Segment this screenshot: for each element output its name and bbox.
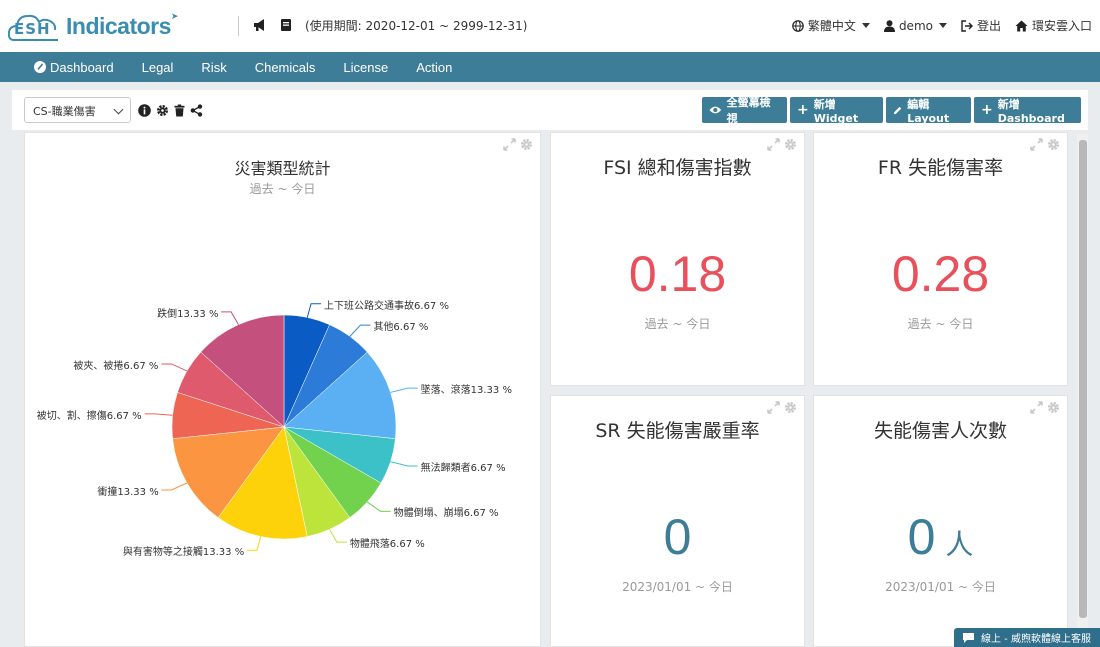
dashboard-toolbar: CS-職業傷害 全螢幕檢視 + 新增 Widget 編輯 Layout + 新增… — [12, 90, 1088, 130]
pie-leader-line — [306, 303, 322, 318]
share-icon[interactable] — [190, 104, 203, 117]
trash-icon[interactable] — [173, 104, 186, 117]
username-label: demo — [898, 18, 933, 33]
home-icon — [1015, 20, 1028, 31]
pie-chart-widget: 災害類型統計 過去 ~ 今日 上下班公路交通事故6.67 % 其他6.67 % 墜落… — [24, 132, 541, 647]
pie-slice-label: 無法歸類者6.67 % — [420, 462, 506, 474]
user-menu[interactable]: demo — [883, 18, 947, 33]
language-selector[interactable]: 繁體中文 — [792, 17, 870, 34]
kpi-widget-fr: FR 失能傷害率 0.28 過去 ~ 今日 — [813, 132, 1068, 386]
logout-icon — [961, 19, 973, 32]
nav-action[interactable]: Action — [416, 60, 452, 75]
manual-book-icon[interactable] — [279, 18, 293, 32]
nav-dashboard[interactable]: Dashboard — [34, 60, 114, 75]
kpi-value: 0 — [663, 509, 692, 565]
logout-label: 登出 — [976, 19, 1001, 33]
info-icon[interactable] — [138, 104, 151, 117]
kpi-widget-sr: SR 失能傷害嚴重率 0 2023/01/01 ~ 今日 — [550, 395, 805, 647]
kpi-value: 0 — [907, 509, 936, 565]
kpi-title: 失能傷害人次數 — [873, 420, 1007, 442]
plus-icon: + — [981, 102, 993, 118]
kpi-period: 過去 ~ 今日 — [907, 317, 974, 331]
add-dashboard-button[interactable]: + 新增 Dashboard — [974, 97, 1081, 125]
expand-icon[interactable] — [1030, 401, 1043, 414]
pie-leader-line — [390, 387, 418, 393]
pie-slice-label: 物體倒塌、崩塌6.67 % — [393, 508, 499, 520]
pie-slice-label: 其他6.67 % — [373, 322, 429, 334]
pie-slice-label: 墜落、滾落13.33 % — [420, 385, 512, 397]
language-label: 繁體中文 — [807, 19, 856, 33]
dashboard-select[interactable]: CS-職業傷害 — [24, 97, 131, 123]
pie-leader-line — [161, 482, 188, 491]
pie-slice-label: 被切、割、擦傷6.67 % — [36, 410, 142, 422]
chat-bubble-icon — [963, 632, 974, 643]
expand-icon[interactable] — [767, 401, 780, 414]
kpi-value: 0.18 — [628, 246, 727, 302]
edit-layout-button[interactable]: 編輯 Layout — [886, 97, 971, 125]
portal-label: 環安雲入口 — [1031, 19, 1092, 33]
plus-icon: + — [797, 102, 809, 118]
eye-icon — [709, 106, 722, 114]
globe-icon — [792, 19, 804, 32]
fullscreen-button[interactable]: 全螢幕檢視 — [702, 96, 787, 125]
nav-license[interactable]: License — [343, 60, 388, 75]
chevron-down-icon — [113, 104, 124, 115]
gear-icon[interactable] — [784, 138, 797, 151]
expand-icon[interactable] — [767, 138, 780, 151]
kpi-value: 0.28 — [891, 246, 990, 302]
header-divider — [238, 16, 239, 36]
pie-slice-label: 物體飛落6.67 % — [349, 539, 425, 551]
kpi-unit: 人 — [945, 528, 974, 561]
gear-icon[interactable] — [784, 401, 797, 414]
pie-leader-line — [390, 461, 418, 467]
kpi-period: 2023/01/01 ~ 今日 — [885, 580, 996, 594]
expand-icon[interactable] — [1030, 138, 1043, 151]
gear-icon[interactable] — [1047, 138, 1060, 151]
logo-spark-icon: ➤ — [170, 12, 179, 22]
user-icon — [883, 19, 895, 32]
main-nav: Dashboard Legal Risk Chemicals License A… — [0, 52, 1100, 82]
gear-icon[interactable] — [156, 104, 169, 117]
usage-period: (使用期間: 2020-12-01 ~ 2999-12-31) — [305, 19, 528, 33]
pie-leader-line — [246, 536, 262, 551]
pie-slice-label: 跌倒13.33 % — [157, 308, 219, 320]
nav-risk[interactable]: Risk — [201, 60, 226, 75]
nav-chemicals[interactable]: Chemicals — [255, 60, 316, 75]
dashboard-gauge-icon — [34, 61, 46, 73]
kpi-title: SR 失能傷害嚴重率 — [595, 420, 760, 442]
pie-slice-label: 上下班公路交通事故6.67 % — [324, 300, 449, 312]
nav-legal[interactable]: Legal — [142, 60, 174, 75]
pie-leader-line — [366, 501, 391, 512]
portal-link[interactable]: 環安雲入口 — [1015, 17, 1092, 34]
live-chat-label: 線上 - 威煦軟體線上客服 — [981, 634, 1091, 645]
kpi-title: FR 失能傷害率 — [877, 157, 1004, 179]
live-chat-widget[interactable]: 線上 - 威煦軟體線上客服 — [954, 628, 1100, 647]
page-scrollbar-thumb[interactable] — [1079, 140, 1087, 618]
pie-leader-line — [329, 529, 347, 543]
kpi-period: 過去 ~ 今日 — [644, 317, 711, 331]
app-logo[interactable]: ESH Indicators ➤ — [8, 9, 178, 43]
chevron-down-icon — [861, 23, 870, 28]
gear-icon[interactable] — [1047, 401, 1060, 414]
pie-slice-label: 被夾、被捲6.67 % — [73, 360, 159, 372]
pie-slice-label: 與有害物等之接觸13.33 % — [122, 547, 245, 559]
pie-leader-line — [144, 413, 173, 416]
pie-leader-line — [349, 324, 371, 337]
add-widget-button[interactable]: + 新增 Widget — [790, 97, 883, 125]
kpi-widget-lti-count: 失能傷害人次數 0人 2023/01/01 ~ 今日 — [813, 395, 1068, 647]
esh-cloud-logo: ESH — [8, 10, 64, 42]
chevron-down-icon — [938, 23, 947, 28]
announcement-icon[interactable] — [253, 18, 267, 32]
pie-slice-label: 衝撞13.33 % — [97, 486, 159, 498]
logo-wordmark: Indicators — [66, 12, 171, 39]
top-header: ESH Indicators ➤ (使用期間: 2020-12-01 ~ 299… — [0, 0, 1100, 52]
pie-leader-line — [161, 363, 188, 372]
dashboard-select-value: CS-職業傷害 — [33, 105, 96, 118]
kpi-title: FSI 總和傷害指數 — [603, 157, 752, 179]
kpi-period: 2023/01/01 ~ 今日 — [622, 580, 733, 594]
kpi-widget-fsi: FSI 總和傷害指數 0.18 過去 ~ 今日 — [550, 132, 805, 386]
pencil-icon — [893, 106, 902, 114]
pie-leader-line — [221, 311, 239, 325]
logout-link[interactable]: 登出 — [961, 17, 1001, 34]
